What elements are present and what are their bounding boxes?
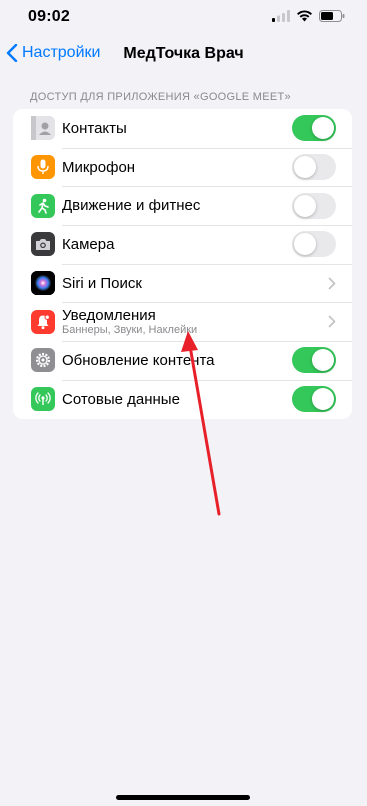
status-time: 09:02 bbox=[28, 8, 70, 25]
microphone-toggle[interactable] bbox=[292, 154, 336, 181]
camera-toggle[interactable] bbox=[292, 231, 336, 258]
status-icons bbox=[272, 10, 345, 22]
notifications-icon bbox=[31, 309, 55, 334]
siri-icon bbox=[31, 271, 55, 296]
cellular-icon bbox=[31, 387, 55, 412]
contacts-toggle[interactable] bbox=[292, 115, 336, 142]
wifi-icon bbox=[297, 10, 312, 22]
microphone-icon bbox=[31, 155, 55, 180]
page-title: МедТочка Врач bbox=[123, 45, 244, 62]
camera-icon bbox=[31, 232, 55, 257]
section-header: ДОСТУП ДЛЯ ПРИЛОЖЕНИЯ «GOOGLE MEET» bbox=[30, 91, 291, 103]
battery-icon bbox=[319, 10, 345, 22]
row-siri[interactable]: Siri и Поиск bbox=[13, 263, 352, 303]
row-label: Обновление контента bbox=[62, 351, 215, 369]
status-bar: 09:02 bbox=[0, 0, 367, 36]
row-camera[interactable]: Камера bbox=[13, 225, 352, 264]
row-label: Сотовые данные bbox=[62, 390, 180, 408]
home-indicator[interactable] bbox=[116, 795, 250, 800]
row-notifications[interactable]: Уведомления Баннеры, Звуки, Наклейки bbox=[13, 302, 352, 341]
row-label: Уведомления bbox=[62, 307, 156, 325]
row-microphone[interactable]: Микрофон bbox=[13, 147, 352, 187]
row-sublabel: Баннеры, Звуки, Наклейки bbox=[62, 324, 198, 337]
navigation-bar: Настройки МедТочка Врач bbox=[0, 40, 367, 72]
gear-icon bbox=[31, 348, 55, 373]
row-cellular[interactable]: Сотовые данные bbox=[13, 379, 352, 419]
row-contacts[interactable]: Контакты bbox=[13, 109, 352, 148]
row-fitness[interactable]: Движение и фитнес bbox=[13, 186, 352, 225]
row-background-refresh[interactable]: Обновление контента bbox=[13, 341, 352, 380]
background-refresh-toggle[interactable] bbox=[292, 347, 336, 374]
fitness-toggle[interactable] bbox=[292, 192, 336, 219]
row-label: Движение и фитнес bbox=[62, 197, 201, 215]
cellular-toggle[interactable] bbox=[292, 386, 336, 413]
row-label: Микрофон bbox=[62, 158, 136, 176]
chevron-right-icon bbox=[328, 315, 336, 328]
row-label: Siri и Поиск bbox=[62, 274, 142, 292]
row-label: Контакты bbox=[62, 119, 127, 137]
row-label: Камера bbox=[62, 235, 115, 253]
contacts-icon bbox=[31, 116, 55, 141]
chevron-right-icon bbox=[328, 277, 336, 289]
signal-icon bbox=[272, 10, 290, 22]
fitness-icon bbox=[31, 193, 55, 218]
permissions-list: Контакты Микрофон Движение и фитнес Каме… bbox=[13, 109, 352, 419]
